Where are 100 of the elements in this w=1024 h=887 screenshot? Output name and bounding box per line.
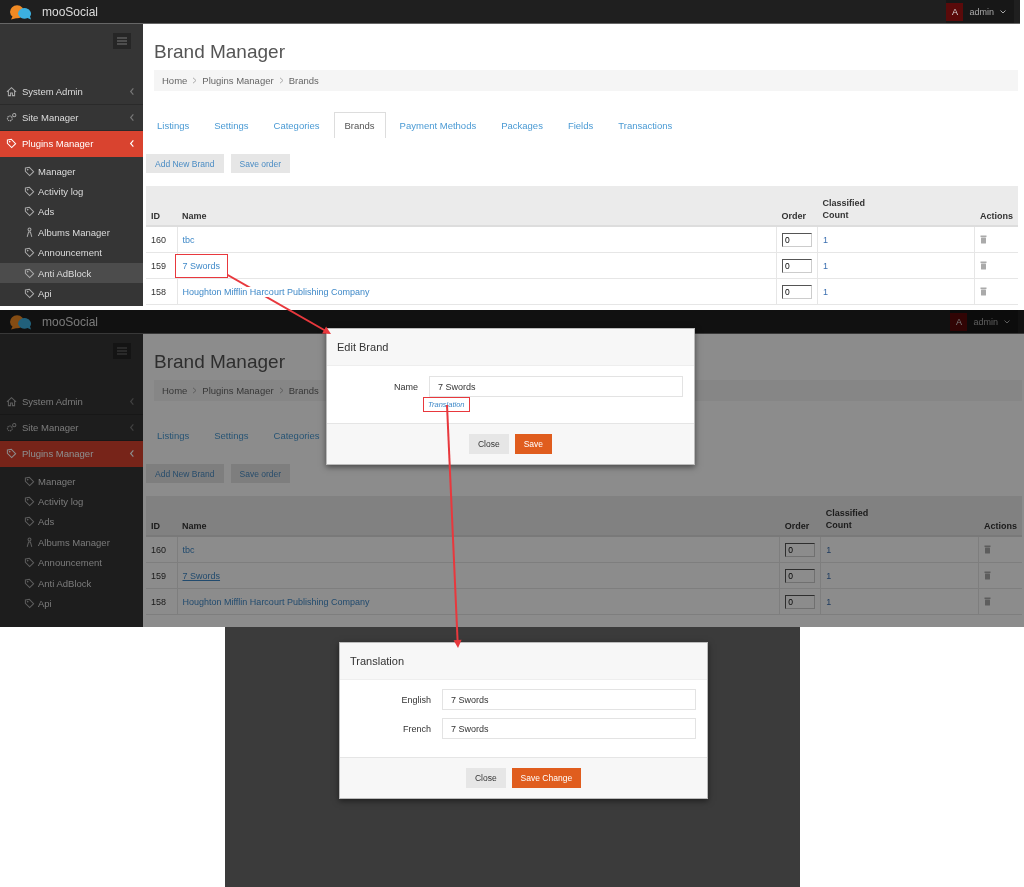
sidebar-subitem[interactable]: Announcement <box>0 242 143 263</box>
column-header: Name <box>182 521 208 531</box>
figure-icon <box>24 226 35 238</box>
toolbar-button[interactable]: Add New Brand <box>146 464 224 483</box>
brand-link[interactable]: Houghton Mifflin Harcourt Publishing Company <box>182 286 370 297</box>
tab[interactable]: Settings <box>203 422 260 448</box>
sidebar-item[interactable]: System Admin <box>0 389 143 415</box>
chevron-icon <box>129 139 135 148</box>
tag-icon <box>6 138 17 149</box>
sidebar-subitem[interactable]: Manager <box>0 471 143 492</box>
order-field[interactable]: 0 <box>785 542 816 557</box>
breadcrumb-item[interactable]: Home <box>162 75 188 86</box>
brand-link[interactable]: 7 Swords <box>182 570 221 581</box>
tag-icon <box>6 448 17 459</box>
table-cell: 160 <box>151 544 167 555</box>
tab[interactable]: Fields <box>556 112 605 138</box>
sidebar-item[interactable]: Plugins Manager <box>0 131 143 157</box>
dialog-title: Edit Brand <box>337 341 389 353</box>
sidebar-subitem[interactable]: Anti AdBlock <box>0 262 143 284</box>
tag-icon <box>24 475 35 487</box>
sidebar-subitem[interactable]: Activity log <box>0 491 143 512</box>
tab[interactable]: Settings <box>203 112 260 138</box>
user-name[interactable]: admin <box>969 6 994 17</box>
save-button[interactable]: Save Change <box>511 768 582 788</box>
tab[interactable]: Brands <box>333 112 386 138</box>
tag-icon <box>24 557 35 569</box>
sidebar-item[interactable]: System Admin <box>0 79 143 105</box>
tag-icon <box>24 267 35 279</box>
sidebar-subitem[interactable]: Api <box>0 283 143 304</box>
tab[interactable]: Transactions <box>607 112 684 138</box>
save-button[interactable]: Save <box>514 434 553 454</box>
field-label: Name <box>393 381 418 392</box>
column-header: Classified Count <box>825 507 868 531</box>
sidebar-subitem[interactable]: Anti AdBlock <box>0 572 143 594</box>
brand-link[interactable]: tbc <box>182 544 195 555</box>
order-field[interactable]: 0 <box>785 568 816 583</box>
breadcrumb-item[interactable]: Plugins Manager <box>202 75 274 86</box>
breadcrumb-item: Brands <box>288 385 319 396</box>
user-name[interactable]: admin <box>973 316 998 327</box>
sidebar-subitem[interactable]: Albums Manager <box>0 222 143 243</box>
menu-icon[interactable] <box>113 33 131 49</box>
brand-link[interactable]: tbc <box>182 234 195 245</box>
sidebar-subitem[interactable]: Albums Manager <box>0 532 143 553</box>
sidebar-subitem[interactable]: Manager <box>0 161 143 182</box>
breadcrumb-item: Brands <box>288 75 319 86</box>
input-field[interactable]: 7 Swords <box>442 689 696 710</box>
order-field[interactable]: 0 <box>782 284 812 299</box>
caret-icon <box>1004 319 1010 324</box>
tag-icon <box>24 516 35 528</box>
logo-icon <box>8 3 32 20</box>
tag-icon <box>24 165 35 177</box>
table-cell: 1 <box>826 570 832 581</box>
trash-icon[interactable] <box>980 261 988 270</box>
tab[interactable]: Categories <box>262 112 331 138</box>
table-cell: 1 <box>826 596 832 607</box>
order-field[interactable]: 0 <box>782 232 812 247</box>
tab[interactable]: Payment Methods <box>388 112 488 138</box>
caret-icon <box>1000 9 1006 14</box>
close-button[interactable]: Close <box>465 768 506 788</box>
sidebar-subitem[interactable]: Announcement <box>0 552 143 573</box>
tag-icon <box>24 247 35 259</box>
trash-icon[interactable] <box>980 235 988 244</box>
toolbar-button[interactable]: Add New Brand <box>146 154 224 173</box>
input-field[interactable]: 7 Swords <box>442 718 696 739</box>
brand-link[interactable]: 7 Swords <box>174 253 229 278</box>
trash-icon[interactable] <box>984 545 992 554</box>
gears-icon <box>6 112 17 123</box>
sidebar-subitem[interactable]: Ads <box>0 511 143 533</box>
sidebar-item[interactable]: Plugins Manager <box>0 441 143 467</box>
tab[interactable]: Listings <box>146 112 201 138</box>
tab[interactable]: Listings <box>146 422 201 448</box>
breadcrumb-item[interactable]: Home <box>162 385 188 396</box>
order-field[interactable]: 0 <box>785 594 816 609</box>
table-cell: 1 <box>823 260 828 271</box>
avatar[interactable]: A <box>950 312 968 331</box>
trash-icon[interactable] <box>980 287 988 296</box>
trash-icon[interactable] <box>984 597 992 606</box>
column-header: Actions <box>984 521 1017 531</box>
brand-link[interactable]: Houghton Mifflin Harcourt Publishing Company <box>182 596 370 607</box>
tab[interactable]: Packages <box>490 112 554 138</box>
sidebar-subitem[interactable]: Ads <box>0 201 143 223</box>
toolbar-button[interactable]: Save order <box>230 464 291 483</box>
gears-icon <box>6 422 17 433</box>
table-cell: 159 <box>151 570 167 581</box>
chevron-icon <box>192 387 198 394</box>
order-field[interactable]: 0 <box>782 258 812 273</box>
sidebar-subitem[interactable]: Activity log <box>0 181 143 202</box>
close-button[interactable]: Close <box>468 434 509 454</box>
toolbar-button[interactable]: Save order <box>230 154 291 173</box>
field-label: French <box>402 723 431 734</box>
avatar[interactable]: A <box>946 2 964 21</box>
column-header: ID <box>151 211 161 221</box>
input-field[interactable]: 7 Swords <box>429 376 683 397</box>
sidebar-subitem[interactable]: Api <box>0 593 143 614</box>
table-cell: 1 <box>823 234 828 245</box>
column-header: Classified Count <box>822 197 865 221</box>
figure-icon <box>24 536 35 548</box>
logo-icon <box>8 313 32 330</box>
trash-icon[interactable] <box>984 571 992 580</box>
breadcrumb-item[interactable]: Plugins Manager <box>202 385 274 396</box>
